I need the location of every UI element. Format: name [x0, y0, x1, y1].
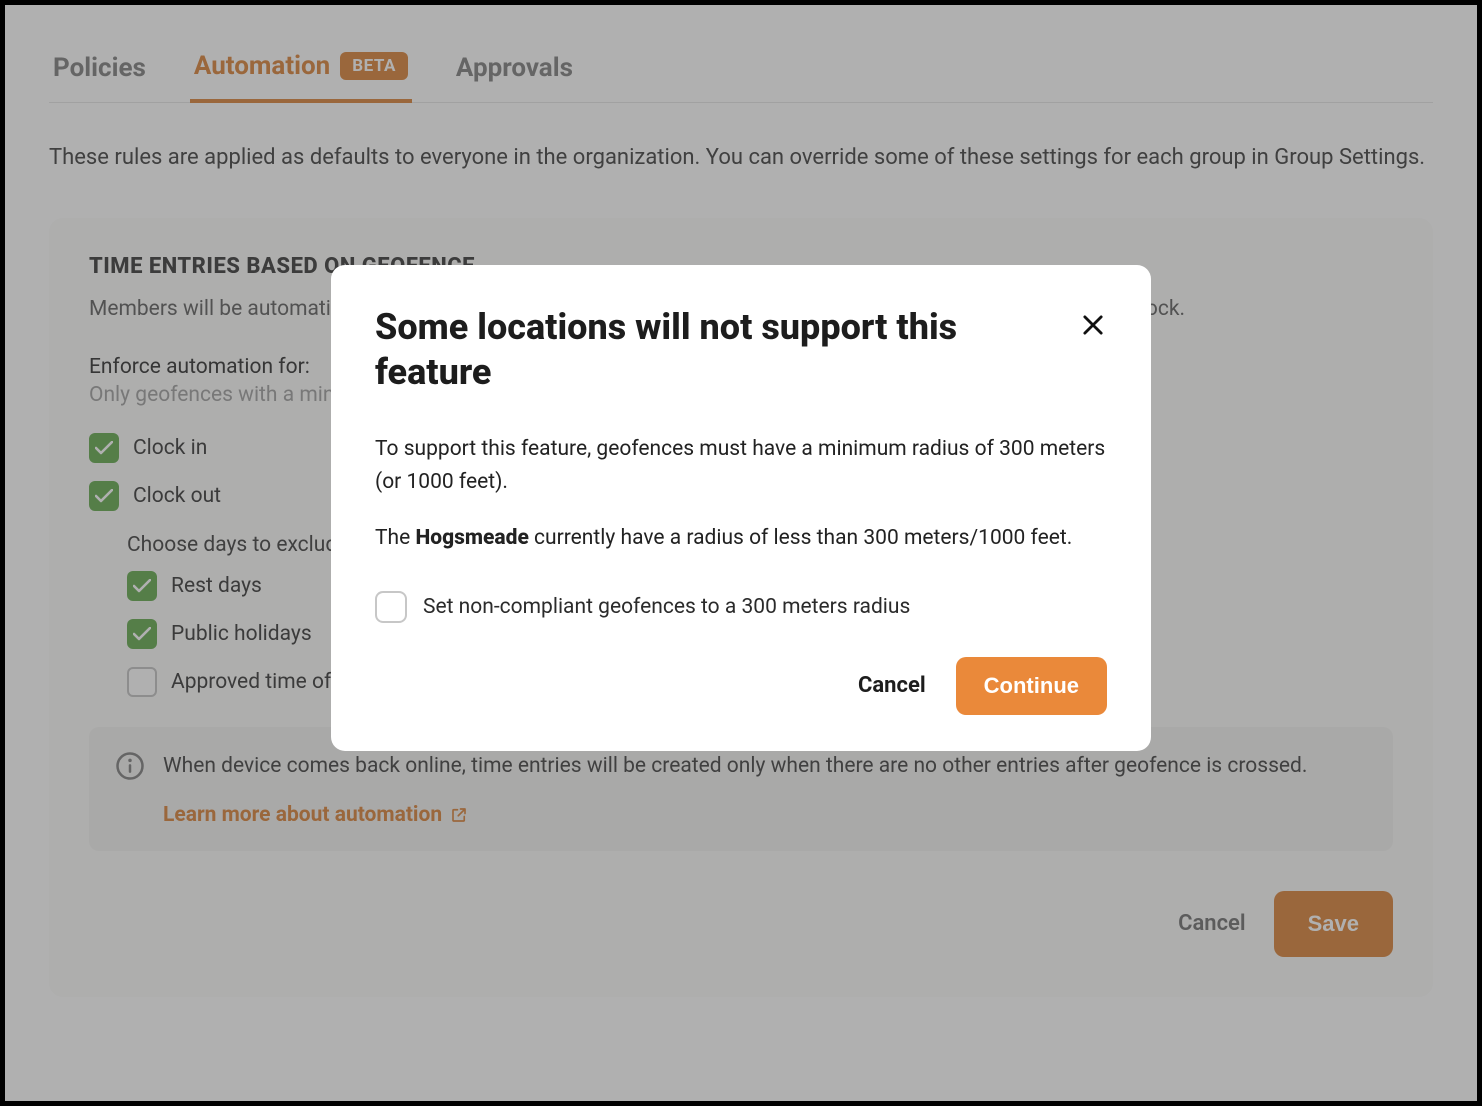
modal-paragraph-1: To support this feature, geofences must …: [375, 433, 1107, 498]
set-noncompliant-checkbox[interactable]: [375, 591, 407, 623]
modal-header: Some locations will not support this fea…: [375, 305, 1107, 395]
modal-actions: Cancel Continue: [375, 657, 1107, 715]
modal-title: Some locations will not support this fea…: [375, 305, 1055, 395]
modal-overlay[interactable]: Some locations will not support this fea…: [5, 5, 1477, 1101]
modal-checkbox-row: Set non-compliant geofences to a 300 met…: [375, 591, 1107, 623]
modal-cancel-button[interactable]: Cancel: [858, 673, 926, 698]
modal-p2-after: currently have a radius of less than 300…: [529, 526, 1072, 550]
modal-continue-button[interactable]: Continue: [956, 657, 1107, 715]
close-icon: [1079, 311, 1107, 339]
modal-close-button[interactable]: [1079, 311, 1107, 343]
modal-p2-before: The: [375, 526, 415, 550]
geofence-warning-modal: Some locations will not support this fea…: [331, 265, 1151, 751]
modal-p2-strong: Hogsmeade: [415, 526, 528, 550]
set-noncompliant-label: Set non-compliant geofences to a 300 met…: [423, 595, 910, 619]
modal-paragraph-2: The Hogsmeade currently have a radius of…: [375, 522, 1107, 555]
